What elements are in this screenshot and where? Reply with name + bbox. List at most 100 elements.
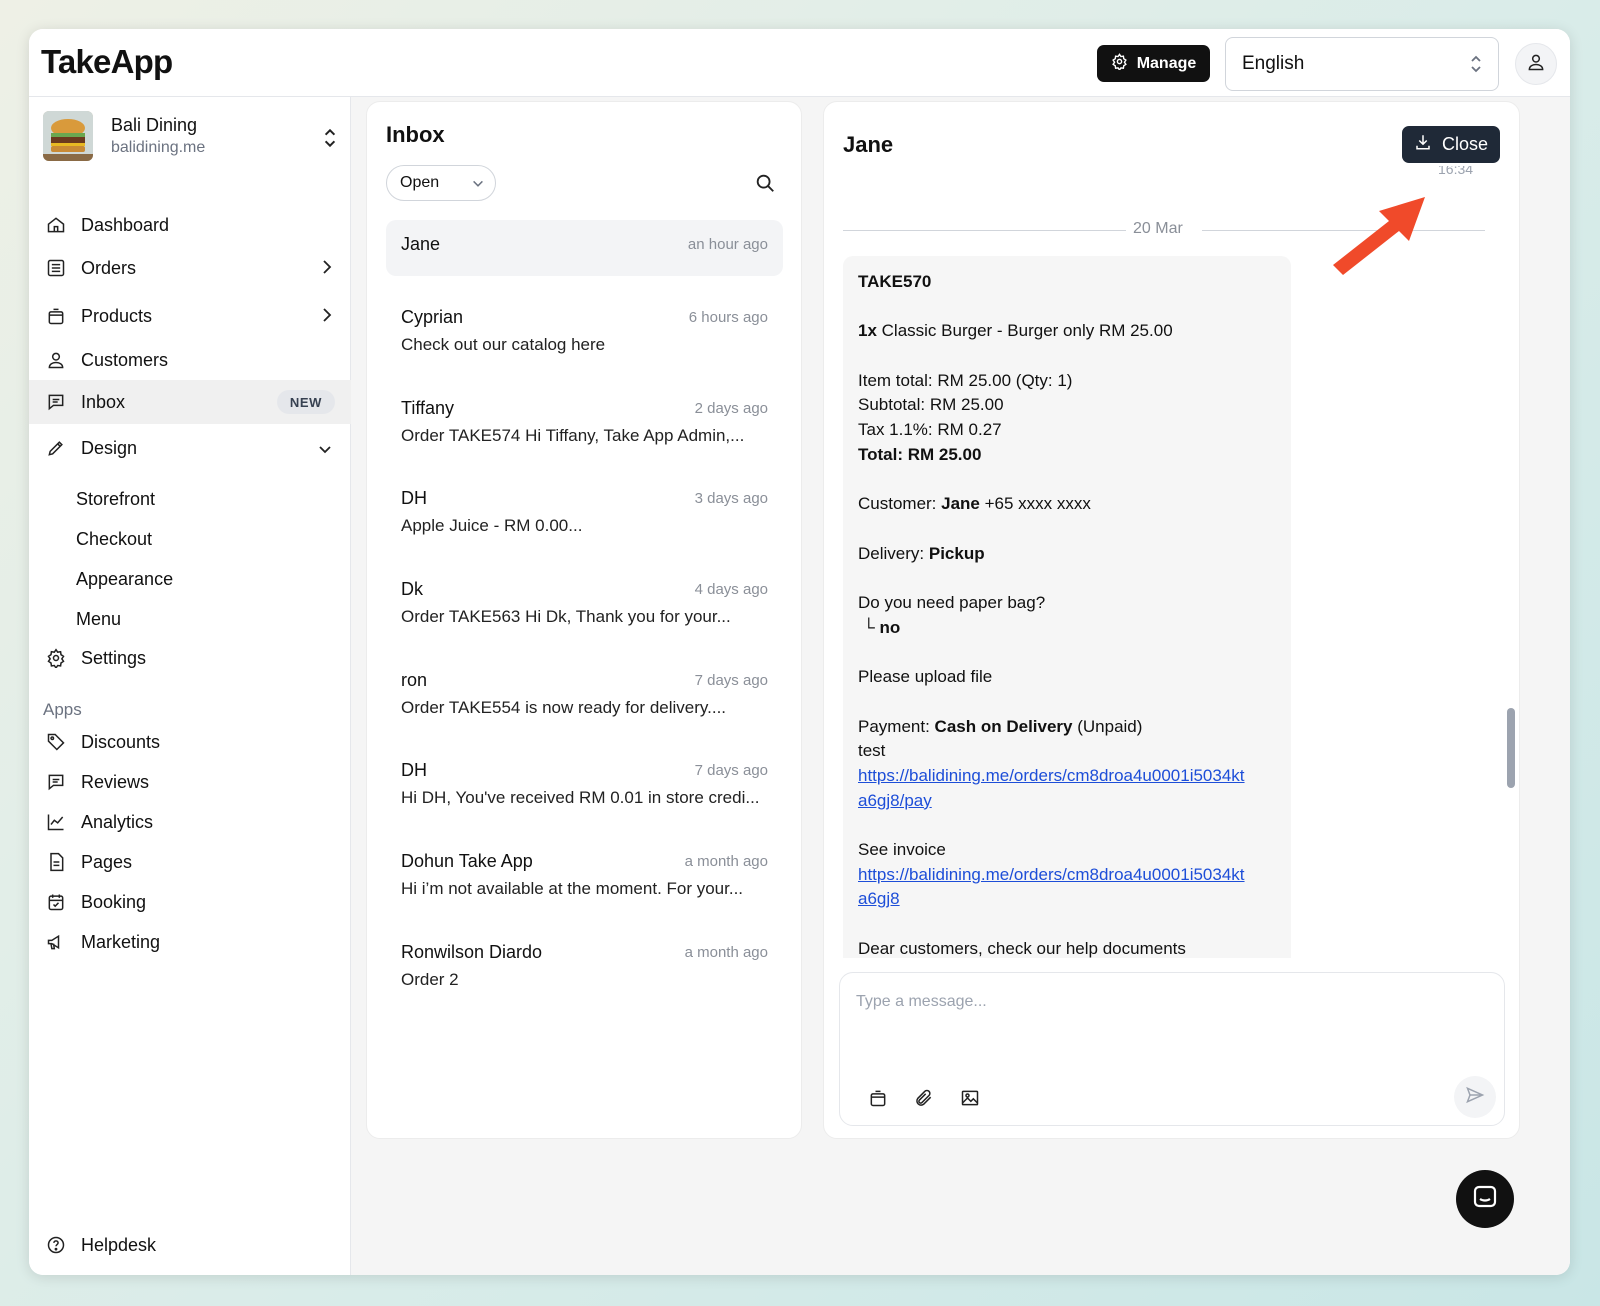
manage-label: Manage: [1136, 54, 1197, 72]
app-window: TakeApp Manage English Bali Dining balid…: [29, 29, 1570, 1275]
invoice-label: See invoice: [858, 840, 946, 860]
sidebar-item-booking[interactable]: Booking: [29, 880, 351, 924]
review-icon: [45, 771, 67, 793]
conversation-item[interactable]: Dk 4 days ago Order TAKE563 Hi Dk, Thank…: [386, 565, 783, 626]
message-bubble: TAKE570 1x Classic Burger - Burger only …: [843, 256, 1291, 958]
invoice-link[interactable]: a6gj8: [858, 889, 900, 908]
store-switcher[interactable]: Bali Dining balidining.me: [43, 111, 339, 167]
home-icon: [45, 214, 67, 236]
sidebar-item-helpdesk[interactable]: Helpdesk: [29, 1223, 351, 1267]
message-icon: [45, 391, 67, 413]
customer-name: Jane: [941, 494, 980, 514]
sidebar-item-discounts[interactable]: Discounts: [29, 720, 351, 764]
bag-icon[interactable]: [867, 1087, 889, 1109]
sidebar-subitem-appearance[interactable]: Appearance: [76, 569, 173, 590]
conversation-time: 7 days ago: [694, 672, 768, 689]
arrow-pointer-icon: [1333, 197, 1425, 275]
store-url: balidining.me: [111, 139, 206, 156]
customer-label: Customer:: [858, 494, 942, 514]
paperclip-icon[interactable]: [913, 1087, 935, 1109]
conversation-preview: Order TAKE574 Hi Tiffany, Take App Admin…: [401, 426, 745, 445]
conversation-item[interactable]: Ronwilson Diardo a month ago Order 2: [386, 928, 783, 989]
sidebar-item-label: Marketing: [81, 931, 161, 952]
support-chat-button[interactable]: [1456, 1170, 1514, 1228]
payment-link[interactable]: a6gj8/pay: [858, 791, 932, 810]
search-icon[interactable]: [754, 172, 776, 199]
sidebar-item-inbox[interactable]: Inbox NEW: [29, 380, 351, 424]
tag-icon: [45, 731, 67, 753]
language-value: English: [1242, 53, 1305, 74]
user-menu-button[interactable]: [1515, 43, 1557, 85]
sidebar-item-products[interactable]: Products: [29, 294, 351, 338]
conversation-time: a month ago: [684, 944, 768, 961]
divider: [843, 230, 1126, 231]
conversation-item[interactable]: DH 7 days ago Hi DH, You've received RM …: [386, 746, 783, 807]
question: Do you need paper bag?: [858, 593, 1046, 613]
footer-note: Dear customers, check our help documents: [858, 938, 1186, 958]
sidebar-item-customers[interactable]: Customers: [29, 338, 351, 382]
conversation-name: DH: [401, 760, 427, 780]
sidebar-item-analytics[interactable]: Analytics: [29, 800, 351, 844]
sidebar-subitem-storefront[interactable]: Storefront: [76, 489, 155, 510]
sidebar-item-label: Helpdesk: [81, 1234, 157, 1255]
customer-icon: [45, 349, 67, 371]
conversation-item[interactable]: Dohun Take App a month ago Hi i’m not av…: [386, 837, 783, 898]
close-conversation-button[interactable]: Close: [1402, 126, 1500, 163]
conversation-time: 2 days ago: [694, 400, 768, 417]
subtotal: Subtotal: RM 25.00: [858, 395, 1004, 415]
bag-icon: [45, 305, 67, 327]
language-select[interactable]: English: [1225, 37, 1499, 91]
conversation-item[interactable]: DH 3 days ago Apple Juice - RM 0.00...: [386, 474, 783, 535]
app-logo[interactable]: TakeApp: [41, 43, 173, 81]
conversation-preview: Order TAKE554 is now ready for delivery.…: [401, 698, 727, 717]
message-composer: Type a message...: [839, 972, 1505, 1126]
sidebar-item-design[interactable]: Design: [29, 426, 351, 470]
sidebar-item-reviews[interactable]: Reviews: [29, 760, 351, 804]
manage-button[interactable]: Manage: [1097, 45, 1210, 82]
sidebar-subitem-checkout[interactable]: Checkout: [76, 529, 152, 550]
conversation-item[interactable]: ron 7 days ago Order TAKE554 is now read…: [386, 656, 783, 717]
chat-title: Jane: [843, 132, 894, 157]
message-input[interactable]: Type a message...: [856, 993, 987, 1011]
chevron-down-icon: [471, 177, 485, 195]
pen-icon: [45, 437, 67, 459]
sidebar-item-orders[interactable]: Orders: [29, 246, 351, 290]
megaphone-icon: [45, 931, 67, 953]
sidebar-item-label: Products: [81, 305, 153, 326]
conversation-time: 4 days ago: [694, 581, 768, 598]
invoice-link[interactable]: https://balidining.me/orders/cm8droa4u00…: [858, 865, 1245, 884]
conversation-item[interactable]: Cyprian 6 hours ago Check out our catalo…: [386, 293, 783, 354]
store-name: Bali Dining: [111, 115, 198, 135]
conversation-name: DH: [401, 488, 427, 508]
status-filter-select[interactable]: Open: [386, 165, 496, 201]
sidebar-item-label: Settings: [81, 647, 147, 668]
inbox-title: Inbox: [386, 122, 445, 147]
download-icon: [1414, 133, 1432, 156]
send-button[interactable]: [1454, 1076, 1496, 1118]
payment-link[interactable]: https://balidining.me/orders/cm8droa4u00…: [858, 766, 1245, 785]
chat-scrollbar[interactable]: [1507, 708, 1515, 788]
delivery-value: Pickup: [928, 543, 985, 563]
conversation-name: Ronwilson Diardo: [401, 942, 543, 962]
answer: no: [879, 617, 901, 637]
sidebar-item-label: Dashboard: [81, 214, 170, 235]
sidebar-item-settings[interactable]: Settings: [29, 636, 351, 680]
item-total: Item total: RM 25.00 (Qty: 1): [858, 370, 1073, 390]
conversation-item[interactable]: Tiffany 2 days ago Order TAKE574 Hi Tiff…: [386, 384, 783, 445]
new-badge: NEW: [276, 390, 335, 414]
sidebar-item-marketing[interactable]: Marketing: [29, 920, 351, 964]
sidebar-item-label: Booking: [81, 891, 147, 912]
sidebar-item-label: Discounts: [81, 731, 161, 752]
chevron-right-icon: [321, 258, 333, 281]
conversation-preview: Hi DH, You've received RM 0.01 in store …: [401, 788, 760, 807]
conversation-name: Tiffany: [401, 398, 455, 418]
sidebar-item-dashboard[interactable]: Dashboard: [29, 203, 351, 247]
image-icon[interactable]: [959, 1087, 981, 1109]
conversation-time: a month ago: [684, 853, 768, 870]
conversation-preview: Order TAKE563 Hi Dk, Thank you for your.…: [401, 607, 731, 626]
chevron-down-icon: [317, 440, 333, 461]
sidebar-subitem-menu[interactable]: Menu: [76, 609, 121, 630]
gear-icon: [1111, 52, 1128, 75]
sidebar-item-pages[interactable]: Pages: [29, 840, 351, 884]
conversation-item[interactable]: Jane an hour ago: [386, 220, 783, 276]
